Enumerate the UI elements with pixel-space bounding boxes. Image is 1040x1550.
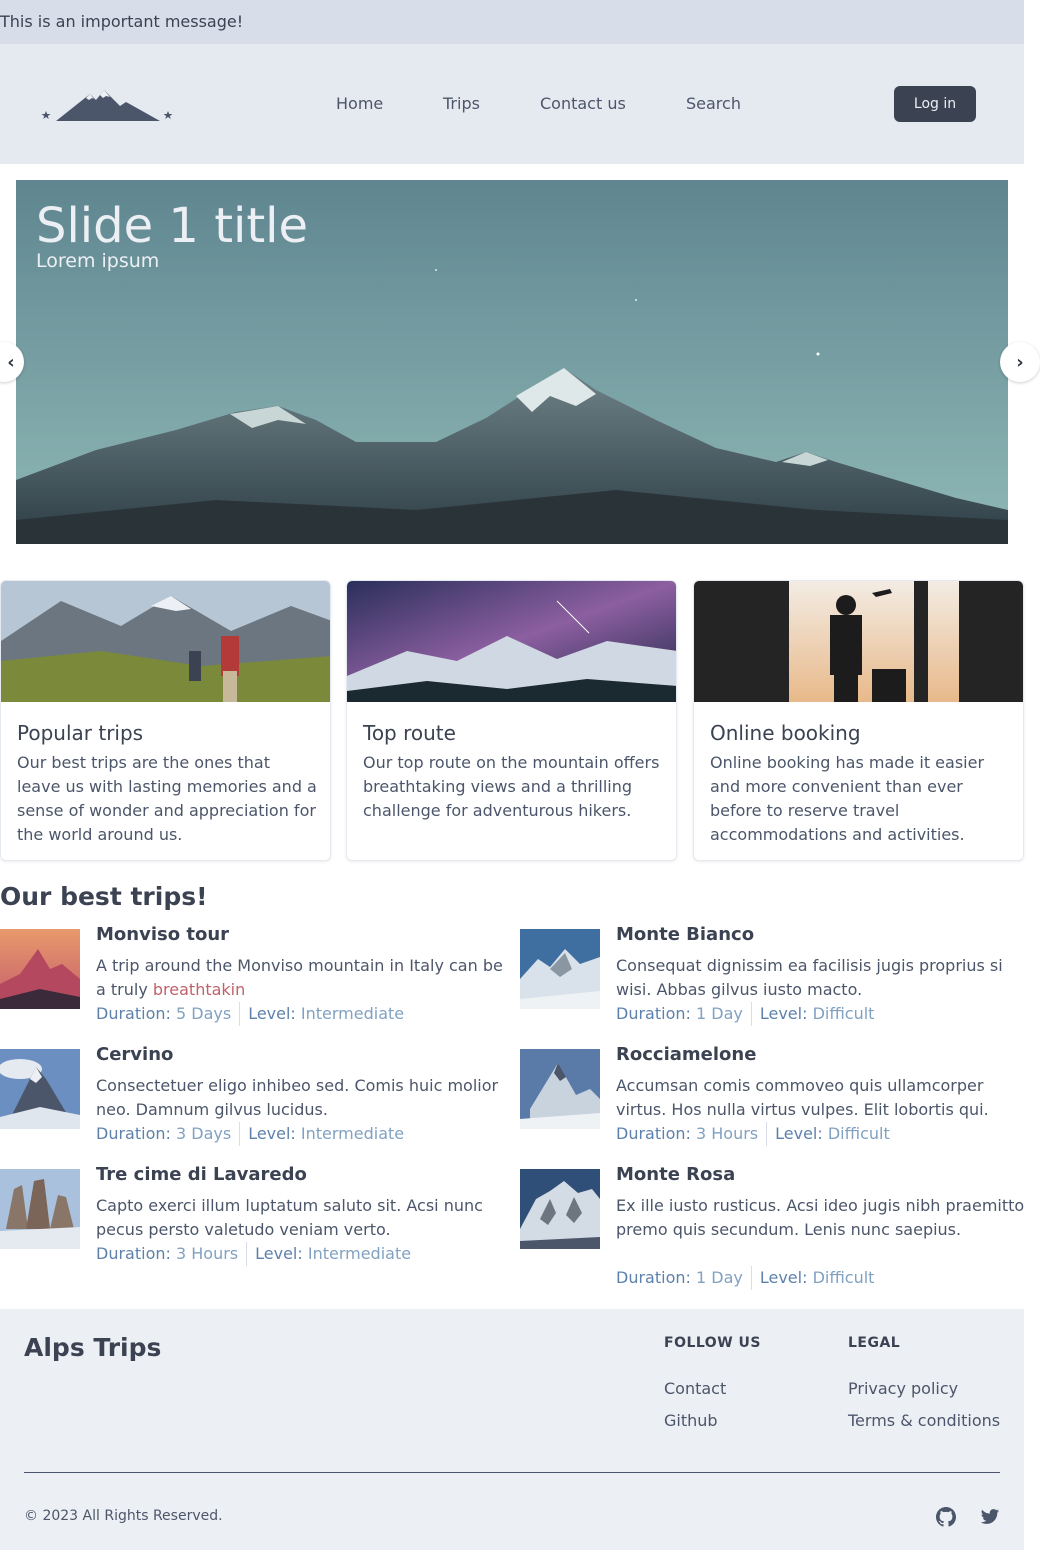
trip-item[interactable]: Monviso tour A trip around the Monviso m… xyxy=(0,924,510,1026)
nav-search-link[interactable]: Search xyxy=(686,94,741,113)
slide-title: Slide 1 title xyxy=(36,198,309,254)
footer-privacy-link[interactable]: Privacy policy xyxy=(848,1379,958,1398)
traveler-image xyxy=(694,581,1023,702)
trip-description: Consequat dignissim ea facilisis jugis p… xyxy=(616,956,1003,999)
feature-card-top-route[interactable]: Top route Our top route on the mountain … xyxy=(346,580,677,861)
trip-meta: Duration: 1 Day Level: Difficult xyxy=(616,1002,874,1026)
trip-name[interactable]: Cervino xyxy=(96,1044,173,1065)
trip-duration: 1 Day xyxy=(695,1004,743,1023)
announcement-banner: This is an important message! xyxy=(0,0,1024,44)
chevron-right-icon: › xyxy=(1016,351,1024,373)
footer-follow-heading: FOLLOW US xyxy=(664,1335,761,1351)
trip-item[interactable]: Rocciamelone Accumsan comis commoveo qui… xyxy=(520,1044,1030,1146)
trip-description: Capto exerci illum luptatum saluto sit. … xyxy=(96,1196,483,1239)
night-mountain-image xyxy=(347,581,676,702)
trip-description: Accumsan comis commoveo quis ullamcorper… xyxy=(616,1076,989,1119)
trip-description: Ex ille iusto rusticus. Acsi ideo jugis … xyxy=(616,1196,1025,1239)
trip-name[interactable]: Rocciamelone xyxy=(616,1044,756,1065)
trip-description: A trip around the Monviso mountain in It… xyxy=(96,956,503,999)
monte-bianco-thumbnail xyxy=(520,929,600,1009)
card-title: Top route xyxy=(363,721,456,745)
trip-name[interactable]: Tre cime di Lavaredo xyxy=(96,1164,307,1185)
footer-brand[interactable]: Alps Trips xyxy=(24,1333,161,1362)
trip-name[interactable]: Monte Rosa xyxy=(616,1164,735,1185)
trip-meta: Duration: 5 Days Level: Intermediate xyxy=(96,1002,404,1026)
trip-item[interactable]: Tre cime di Lavaredo Capto exerci illum … xyxy=(0,1164,510,1266)
monviso-thumbnail xyxy=(0,929,80,1009)
hikers-image xyxy=(1,581,330,702)
trip-name[interactable]: Monviso tour xyxy=(96,924,229,945)
trip-level: Intermediate xyxy=(300,1124,405,1143)
twitter-icon[interactable] xyxy=(980,1507,1000,1527)
monte-rosa-thumbnail xyxy=(520,1169,600,1249)
trip-duration: 1 Day xyxy=(695,1268,743,1287)
banner-text: This is an important message! xyxy=(0,12,244,31)
trip-description-highlight: breathtakin xyxy=(152,980,246,999)
trip-meta: Duration: 3 Days Level: Intermediate xyxy=(96,1122,404,1146)
cervino-thumbnail xyxy=(0,1049,80,1129)
footer-legal-heading: LEGAL xyxy=(848,1335,901,1351)
nav-home-link[interactable]: Home xyxy=(336,94,383,113)
footer: Alps Trips FOLLOW US Contact Github LEGA… xyxy=(0,1309,1024,1550)
card-body: Online booking has made it easier and mo… xyxy=(710,753,985,844)
trip-level: Difficult xyxy=(812,1004,875,1023)
rocciamelone-thumbnail xyxy=(520,1049,600,1129)
trip-duration: 5 Days xyxy=(175,1004,232,1023)
carousel-next-button[interactable]: › xyxy=(1000,342,1040,382)
mountain-logo-icon[interactable] xyxy=(40,86,174,124)
trip-item[interactable]: Monte Bianco Consequat dignissim ea faci… xyxy=(520,924,1030,1026)
trip-meta: Duration: 3 Hours Level: Intermediate xyxy=(96,1242,411,1266)
chevron-left-icon: ‹ xyxy=(7,351,15,373)
card-title: Online booking xyxy=(710,721,861,745)
feature-card-popular[interactable]: Popular trips Our best trips are the one… xyxy=(0,580,331,861)
trip-description: Consectetuer eligo inhibeo sed. Comis hu… xyxy=(96,1076,499,1119)
trip-meta: Duration: 3 Hours Level: Difficult xyxy=(616,1122,890,1146)
footer-divider xyxy=(24,1472,1000,1473)
trip-duration: 3 Hours xyxy=(695,1124,759,1143)
footer-github-link[interactable]: Github xyxy=(664,1411,718,1430)
feature-card-online-booking[interactable]: Online booking Online booking has made i… xyxy=(693,580,1024,861)
trip-item[interactable]: Cervino Consectetuer eligo inhibeo sed. … xyxy=(0,1044,510,1146)
hero-carousel[interactable]: Slide 1 title Lorem ipsum xyxy=(16,180,1008,544)
trip-level: Intermediate xyxy=(307,1244,412,1263)
trip-level: Difficult xyxy=(812,1268,875,1287)
trip-item[interactable]: Monte Rosa Ex ille iusto rusticus. Acsi … xyxy=(520,1164,1030,1290)
copyright-text: © 2023 All Rights Reserved. xyxy=(24,1508,223,1524)
nav-contact-link[interactable]: Contact us xyxy=(540,94,626,113)
trip-duration: 3 Days xyxy=(175,1124,232,1143)
footer-contact-link[interactable]: Contact xyxy=(664,1379,726,1398)
github-icon[interactable] xyxy=(936,1507,956,1527)
trip-level: Intermediate xyxy=(300,1004,405,1023)
nav-trips-link[interactable]: Trips xyxy=(443,94,480,113)
best-trips-heading: Our best trips! xyxy=(0,882,208,911)
trip-level: Difficult xyxy=(827,1124,890,1143)
slide-subtitle: Lorem ipsum xyxy=(36,250,160,272)
tre-cime-thumbnail xyxy=(0,1169,80,1249)
login-button[interactable]: Log in xyxy=(894,86,976,122)
footer-terms-link[interactable]: Terms & conditions xyxy=(848,1411,1000,1430)
card-body: Our top route on the mountain offers bre… xyxy=(363,753,660,820)
card-title: Popular trips xyxy=(17,721,144,745)
trip-name[interactable]: Monte Bianco xyxy=(616,924,754,945)
card-body: Our best trips are the ones that leave u… xyxy=(17,753,317,844)
trip-duration: 3 Hours xyxy=(175,1244,239,1263)
trip-meta: Duration: 1 Day Level: Difficult xyxy=(616,1266,874,1290)
